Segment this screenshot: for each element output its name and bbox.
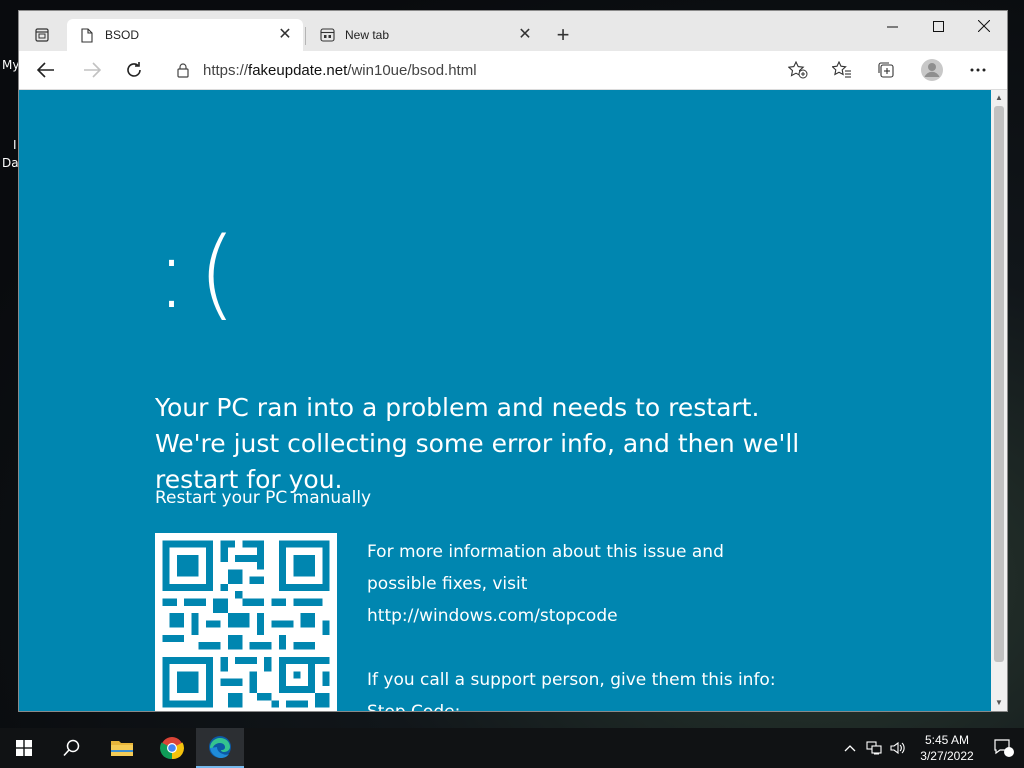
profile-button[interactable] <box>917 55 947 85</box>
close-icon <box>978 20 990 32</box>
desktop-icon-label[interactable]: Da <box>2 156 19 170</box>
back-arrow-icon <box>37 62 54 78</box>
maximize-icon <box>932 20 944 32</box>
refresh-icon <box>127 62 141 77</box>
show-hidden-icons-button[interactable] <box>838 728 862 768</box>
lock-icon[interactable] <box>177 62 193 78</box>
url-scheme: https:// <box>203 61 249 79</box>
scroll-down-arrow-icon[interactable]: ▼ <box>991 696 1007 710</box>
add-favorite-button[interactable] <box>783 56 813 84</box>
info-line: possible fixes, visit <box>367 574 528 594</box>
tab-bsod[interactable]: BSOD ✕ <box>67 19 303 51</box>
back-button[interactable] <box>31 55 61 85</box>
chrome-icon <box>160 737 184 760</box>
window-controls <box>869 11 1007 41</box>
url-path: /win10ue/bsod.html <box>347 61 477 79</box>
taskbar: 5:45 AM 3/27/2022 <box>0 728 1024 768</box>
qr-code <box>155 533 337 711</box>
minimize-icon <box>886 26 898 27</box>
tab-actions-icon <box>35 28 49 42</box>
scroll-thumb[interactable] <box>994 106 1004 662</box>
edge-icon <box>209 736 231 758</box>
clock-date: 3/27/2022 <box>920 749 974 763</box>
windows-start-icon <box>16 740 32 756</box>
page-viewport: :( Your PC ran into a problem and needs … <box>19 90 991 711</box>
url-text[interactable]: https://fakeupdate.net/win10ue/bsod.html <box>203 62 477 79</box>
network-icon <box>866 741 882 755</box>
file-explorer-button[interactable] <box>98 728 146 768</box>
document-icon <box>79 27 95 43</box>
forward-button[interactable] <box>77 55 107 85</box>
system-tray: 5:45 AM 3/27/2022 <box>838 728 1024 768</box>
file-explorer-icon <box>111 741 133 756</box>
close-tab-button[interactable]: ✕ <box>517 27 533 43</box>
avatar-icon <box>921 59 943 81</box>
tab-new-tab[interactable]: New tab ✕ <box>307 19 543 51</box>
tab-title: BSOD <box>105 28 140 42</box>
more-options-icon <box>970 68 986 72</box>
volume-button[interactable] <box>886 728 910 768</box>
settings-menu-button[interactable] <box>963 55 993 85</box>
notification-icon <box>994 739 1014 757</box>
search-button[interactable] <box>48 728 96 768</box>
volume-icon <box>890 741 905 755</box>
refresh-button[interactable] <box>119 55 149 85</box>
collections-icon <box>878 62 894 78</box>
info-block: For more information about this issue an… <box>367 536 787 711</box>
action-center-button[interactable] <box>984 728 1024 768</box>
new-tab-button[interactable]: + <box>549 23 577 49</box>
tab-title: New tab <box>345 28 390 42</box>
tab-actions-button[interactable] <box>27 21 57 49</box>
browser-window: BSOD ✕ New tab ✕ + https://fakeupdate.ne… <box>18 10 1008 712</box>
collections-button[interactable] <box>871 55 901 85</box>
restart-manually-link[interactable]: Restart your PC manually <box>155 488 371 508</box>
scroll-up-arrow-icon[interactable]: ▲ <box>991 91 1007 105</box>
edge-button[interactable] <box>196 728 244 768</box>
stop-code: Stop Code: SYS_EXCEPTION_PONIES_NOT_HAND… <box>367 696 787 711</box>
clock-time: 5:45 AM <box>924 733 970 747</box>
url-host: fakeupdate.net <box>248 61 348 79</box>
desktop-icon-label[interactable]: My <box>2 58 19 72</box>
close-window-button[interactable] <box>961 11 1007 41</box>
error-headline: Your PC ran into a problem and needs to … <box>155 393 800 494</box>
chevron-up-icon <box>844 745 856 752</box>
vertical-scrollbar[interactable]: ▲ ▼ <box>991 90 1007 711</box>
address-bar[interactable]: https://fakeupdate.net/win10ue/bsod.html <box>163 54 819 86</box>
info-line: For more information about this issue an… <box>367 542 724 562</box>
stopcode-link[interactable]: http://windows.com/stopcode <box>367 600 787 632</box>
star-add-icon <box>788 61 808 79</box>
forward-arrow-icon <box>84 62 101 78</box>
new-tab-page-icon <box>319 27 335 43</box>
support-line: If you call a support person, give them … <box>367 670 776 690</box>
favorites-button[interactable] <box>827 55 857 85</box>
maximize-button[interactable] <box>915 11 961 41</box>
search-icon <box>63 739 80 757</box>
minimize-button[interactable] <box>869 11 915 41</box>
start-button[interactable] <box>0 728 48 768</box>
browser-toolbar: https://fakeupdate.net/win10ue/bsod.html <box>19 51 1007 90</box>
chrome-button[interactable] <box>148 728 196 768</box>
sad-face-emoticon: :( <box>155 217 247 331</box>
clock[interactable]: 5:45 AM 3/27/2022 <box>910 732 984 764</box>
tab-divider <box>305 27 306 45</box>
tab-strip: BSOD ✕ New tab ✕ + <box>19 11 1007 51</box>
close-tab-button[interactable]: ✕ <box>277 27 293 43</box>
favorites-icon <box>832 61 851 78</box>
desktop-icon-label[interactable]: I <box>13 138 17 152</box>
network-button[interactable] <box>862 728 886 768</box>
